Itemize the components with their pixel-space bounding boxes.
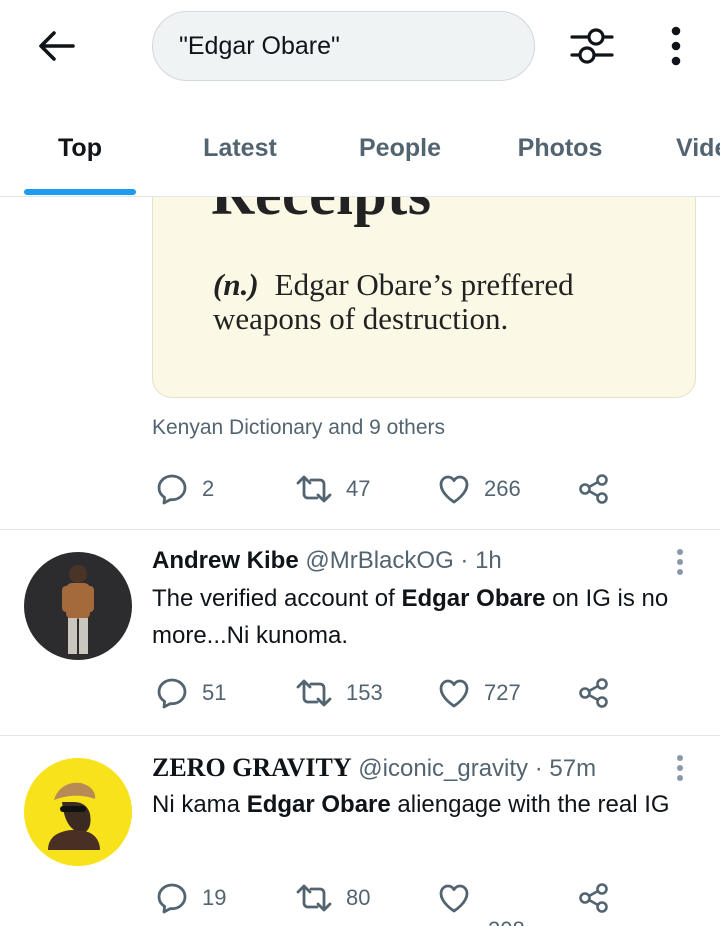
highlighted-query: Edgar Obare [246,791,391,818]
avatar-image [24,758,132,866]
reply-icon [157,474,187,505]
tweet-zero-gravity[interactable]: ZERO GRAVITY @iconic_gravity · 57m Ni ka… [0,736,720,926]
back-button[interactable] [34,24,78,68]
media-card-headword: Receipts [211,197,432,229]
tweet-actions: 19 80 [152,878,652,918]
author-name[interactable]: ZERO GRAVITY [152,753,352,782]
heart-icon [439,679,469,708]
share-icon [579,883,608,913]
search-input[interactable] [179,31,519,61]
avatar[interactable] [24,758,132,866]
tweet-actions: 51 153 727 [152,673,652,713]
search-tabs: Top Latest People Photos Videos [0,100,720,197]
search-filter-button[interactable] [566,20,618,72]
tweet-text-part: The verified account of [152,585,402,612]
retweet-button[interactable]: 47 [296,469,370,509]
like-count: 266 [484,476,521,501]
reply-icon [157,883,187,914]
retweet-icon [296,679,332,707]
retweet-count: 47 [346,476,371,501]
active-tab-indicator [24,189,136,195]
back-arrow-icon [39,31,75,61]
reply-count: 2 [202,476,215,501]
tweet-text: Ni kama Edgar Obare aliengage with the r… [152,786,702,823]
more-vertical-icon [677,755,683,781]
author-handle[interactable]: @MrBlackOG [305,547,453,574]
tweet-time: · 57m [534,755,597,782]
avatar-image [24,552,132,660]
sliders-icon [570,28,614,64]
more-vertical-icon [671,26,681,66]
definition-text: Edgar Obare’s preffered weapons of destr… [213,267,574,336]
tweet-header: ZERO GRAVITY @iconic_gravity · 57m [152,753,596,783]
share-button[interactable] [578,469,610,509]
tweet-text: The verified account of Edgar Obare on I… [152,580,702,654]
like-button[interactable]: 727 [438,673,521,713]
like-count: 208 [488,917,525,926]
tab-people[interactable]: People [340,100,460,196]
share-icon [579,678,608,708]
tweet-text-part: Ni kama [152,791,247,818]
search-field[interactable] [152,11,535,81]
share-button[interactable] [578,673,610,713]
overflow-menu-button[interactable] [656,20,696,72]
reply-button[interactable]: 51 [156,673,226,713]
media-tagged-users[interactable]: Kenyan Dictionary and 9 others [152,416,445,440]
tweet-header: Andrew Kibe @MrBlackOG · 1h [152,547,502,575]
retweet-button[interactable]: 153 [296,673,383,713]
tweet-time: · 1h [460,547,502,574]
tweet-text-part: aliengage with the real IG [390,791,670,818]
top-app-bar [0,0,720,100]
tab-top[interactable]: Top [24,100,136,196]
more-vertical-icon [677,549,683,575]
heart-icon [439,884,469,913]
reply-icon [157,678,187,709]
highlighted-query: Edgar Obare [401,585,546,612]
retweet-icon [296,475,332,503]
avatar[interactable] [24,552,132,660]
author-name[interactable]: Andrew Kibe [152,547,299,574]
like-button[interactable] [438,878,470,918]
tweet-media-card[interactable]: Receipts (n.)Edgar Obare’s preffered wea… [152,197,696,398]
retweet-count: 80 [346,885,371,910]
retweet-icon [296,884,332,912]
media-card-definition: (n.) Edgar Obare’s preffered weapons of d… [213,268,673,336]
tab-photos[interactable]: Photos [500,100,620,196]
tweet-more-button[interactable] [666,751,694,785]
share-icon [579,474,608,504]
reply-count: 51 [202,680,227,705]
share-button[interactable] [578,878,610,918]
retweet-count: 153 [346,680,383,705]
tab-videos[interactable]: Videos [676,100,720,196]
reply-count: 19 [202,885,227,910]
like-button[interactable]: 266 [438,469,521,509]
tweet-actions: 2 47 266 [152,469,652,509]
reply-button[interactable]: 19 [156,878,226,918]
search-results-feed: Receipts (n.)Edgar Obare’s preffered wea… [0,197,720,926]
reply-button[interactable]: 2 [156,469,214,509]
tweet-andrew-kibe[interactable]: Andrew Kibe @MrBlackOG · 1h The verified… [0,530,720,735]
retweet-button[interactable]: 80 [296,878,370,918]
like-count: 727 [484,680,521,705]
tweet-more-button[interactable] [666,545,694,579]
heart-icon [439,475,469,504]
part-of-speech: (n.) [213,267,259,302]
author-handle[interactable]: @iconic_gravity [358,755,528,782]
tab-latest[interactable]: Latest [180,100,300,196]
